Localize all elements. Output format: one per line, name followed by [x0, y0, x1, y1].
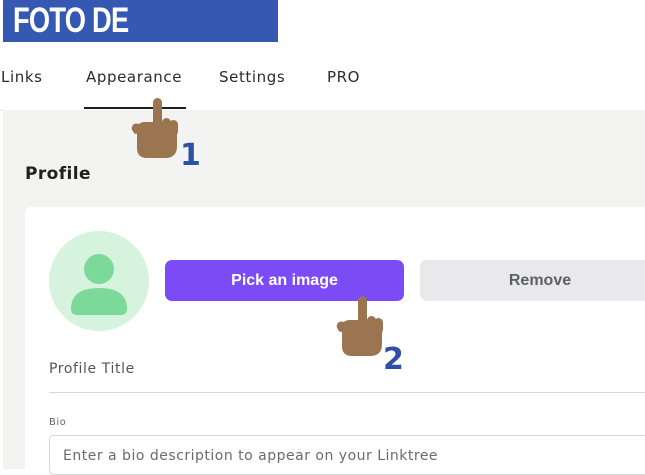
section-title: Profile	[25, 164, 91, 184]
remove-button[interactable]: Remove	[420, 260, 645, 301]
profile-title-field[interactable]: Profile Title	[49, 361, 135, 377]
profile-card: Pick an image Remove Profile Title Bio E…	[25, 207, 645, 475]
tab-appearance[interactable]: Appearance	[83, 68, 187, 109]
user-silhouette-icon	[71, 254, 127, 315]
bio-input[interactable]: Enter a bio description to appear on you…	[49, 435, 645, 475]
tab-pro[interactable]: PRO	[327, 68, 360, 86]
tab-bar: Links Appearance Settings PRO	[0, 58, 645, 111]
avatar[interactable]	[49, 231, 149, 331]
tutorial-banner: FOTO DE PERFIL	[3, 0, 278, 82]
appearance-content: Profile Pick an image Remove Profile Tit…	[3, 110, 645, 475]
tab-settings[interactable]: Settings	[219, 68, 285, 86]
pointing-hand-icon	[131, 98, 178, 158]
tab-links[interactable]: Links	[1, 68, 43, 86]
step-number-2: 2	[383, 342, 404, 377]
bio-label: Bio	[49, 417, 67, 428]
pointing-hand-icon	[336, 296, 383, 356]
step-number-1: 1	[180, 138, 201, 173]
profile-title-underline	[49, 392, 645, 393]
